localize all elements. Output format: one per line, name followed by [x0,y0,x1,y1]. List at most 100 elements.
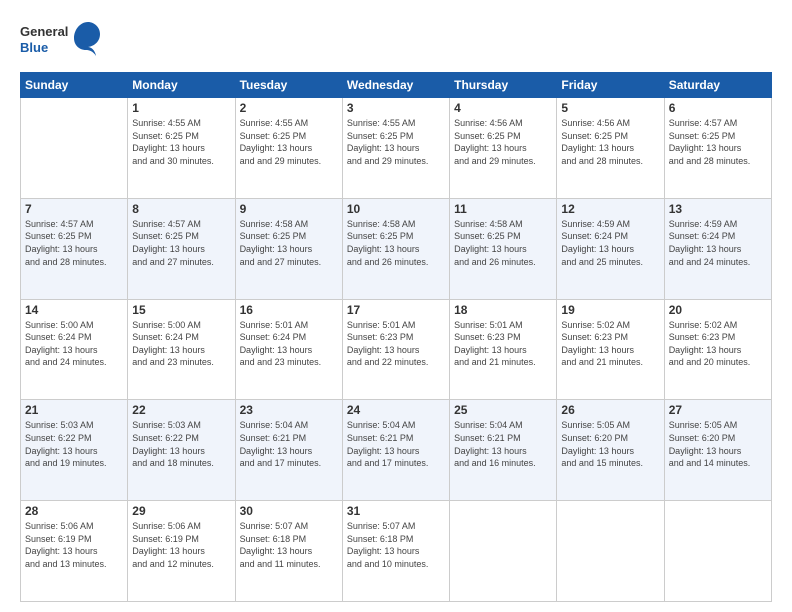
page-header: General Blue [20,20,772,62]
calendar-cell: 4 Sunrise: 4:56 AMSunset: 6:25 PMDaylight… [450,98,557,199]
calendar-cell: 18 Sunrise: 5:01 AMSunset: 6:23 PMDayligh… [450,299,557,400]
calendar-cell: 20 Sunrise: 5:02 AMSunset: 6:23 PMDayligh… [664,299,771,400]
weekday-header-sunday: Sunday [21,73,128,98]
calendar-cell: 22 Sunrise: 5:03 AMSunset: 6:22 PMDayligh… [128,400,235,501]
day-number: 4 [454,101,552,115]
calendar-cell: 19Sunrise: 5:02 AMSunset: 6:23 PMDayligh… [557,299,664,400]
calendar-cell: 25 Sunrise: 5:04 AMSunset: 6:21 PMDayligh… [450,400,557,501]
calendar-cell: 11 Sunrise: 4:58 AMSunset: 6:25 PMDayligh… [450,198,557,299]
day-number: 22 [132,403,230,417]
day-number: 25 [454,403,552,417]
calendar-cell: 29 Sunrise: 5:06 AMSunset: 6:19 PMDayligh… [128,501,235,602]
day-number: 12 [561,202,659,216]
day-info: Sunrise: 5:01 AMSunset: 6:23 PMDaylight:… [347,319,445,369]
calendar-cell: 23Sunrise: 5:04 AMSunset: 6:21 PMDayligh… [235,400,342,501]
calendar-cell: 7Sunrise: 4:57 AMSunset: 6:25 PMDaylight… [21,198,128,299]
day-number: 5 [561,101,659,115]
day-info: Sunrise: 5:04 AMSunset: 6:21 PMDaylight:… [347,419,445,469]
day-number: 3 [347,101,445,115]
day-info: Sunrise: 4:59 AMSunset: 6:24 PMDaylight:… [669,218,767,268]
weekday-header-wednesday: Wednesday [342,73,449,98]
calendar-cell: 12 Sunrise: 4:59 AMSunset: 6:24 PMDayligh… [557,198,664,299]
calendar-cell: 30 Sunrise: 5:07 AMSunset: 6:18 PMDayligh… [235,501,342,602]
day-info: Sunrise: 4:57 AMSunset: 6:25 PMDaylight:… [132,218,230,268]
day-number: 10 [347,202,445,216]
weekday-header-monday: Monday [128,73,235,98]
day-info: Sunrise: 4:56 AMSunset: 6:25 PMDaylight:… [454,117,552,167]
week-row-2: 7Sunrise: 4:57 AMSunset: 6:25 PMDaylight… [21,198,772,299]
day-info: Sunrise: 5:01 AMSunset: 6:24 PMDaylight:… [240,319,338,369]
day-info: Sunrise: 4:56 AMSunset: 6:25 PMDaylight:… [561,117,659,167]
weekday-header-row: SundayMondayTuesdayWednesdayThursdayFrid… [21,73,772,98]
day-number: 29 [132,504,230,518]
weekday-header-friday: Friday [557,73,664,98]
calendar-cell: 28Sunrise: 5:06 AMSunset: 6:19 PMDayligh… [21,501,128,602]
day-number: 9 [240,202,338,216]
day-number: 13 [669,202,767,216]
calendar-cell: 16 Sunrise: 5:01 AMSunset: 6:24 PMDayligh… [235,299,342,400]
day-number: 2 [240,101,338,115]
day-number: 23 [240,403,338,417]
day-number: 16 [240,303,338,317]
calendar-cell: 15 Sunrise: 5:00 AMSunset: 6:24 PMDayligh… [128,299,235,400]
weekday-header-tuesday: Tuesday [235,73,342,98]
calendar-table: SundayMondayTuesdayWednesdayThursdayFrid… [20,72,772,602]
logo: General Blue [20,20,100,62]
day-number: 18 [454,303,552,317]
day-number: 30 [240,504,338,518]
day-info: Sunrise: 4:57 AMSunset: 6:25 PMDaylight:… [669,117,767,167]
day-number: 28 [25,504,123,518]
day-info: Sunrise: 5:03 AMSunset: 6:22 PMDaylight:… [132,419,230,469]
calendar-cell: 3 Sunrise: 4:55 AMSunset: 6:25 PMDaylight… [342,98,449,199]
day-info: Sunrise: 4:55 AMSunset: 6:25 PMDaylight:… [132,117,230,167]
day-info: Sunrise: 5:04 AMSunset: 6:21 PMDaylight:… [454,419,552,469]
day-info: Sunrise: 4:55 AMSunset: 6:25 PMDaylight:… [347,117,445,167]
day-info: Sunrise: 4:55 AMSunset: 6:25 PMDaylight:… [240,117,338,167]
day-info: Sunrise: 5:06 AMSunset: 6:19 PMDaylight:… [132,520,230,570]
day-number: 11 [454,202,552,216]
week-row-5: 28 Sunrise: 5:06 AMSunset: 6:19 PMDayligh… [21,501,772,602]
calendar-cell: 2 Sunrise: 4:55 AMSunset: 6:25 PMDaylight… [235,98,342,199]
day-info: Sunrise: 4:58 AMSunset: 6:25 PMDaylight:… [454,218,552,268]
calendar-cell: 10 Sunrise: 4:58 AMSunset: 6:25 PMDayligh… [342,198,449,299]
day-info: Sunrise: 5:02 AMSunset: 6:23 PMDaylight:… [669,319,767,369]
day-info: Sunrise: 5:07 AMSunset: 6:18 PMDaylight:… [240,520,338,570]
calendar-cell [557,501,664,602]
day-info: Sunrise: 4:59 AMSunset: 6:24 PMDaylight:… [561,218,659,268]
day-info: Sunrise: 4:58 AMSunset: 6:25 PMDaylight:… [240,218,338,268]
calendar-cell: 14Sunrise: 5:00 AMSunset: 6:24 PMDayligh… [21,299,128,400]
svg-text:Blue: Blue [20,40,48,55]
day-info: Sunrise: 5:01 AMSunset: 6:23 PMDaylight:… [454,319,552,369]
day-number: 17 [347,303,445,317]
day-info: Sunrise: 4:57 AMSunset: 6:25 PMDaylight:… [25,218,123,268]
week-row-1: 1 Sunrise: 4:55 AMSunset: 6:25 PMDaylight… [21,98,772,199]
calendar-cell: 6 Sunrise: 4:57 AMSunset: 6:25 PMDaylight… [664,98,771,199]
calendar-cell: 8 Sunrise: 4:57 AMSunset: 6:25 PMDaylight… [128,198,235,299]
day-number: 19 [561,303,659,317]
day-number: 20 [669,303,767,317]
day-info: Sunrise: 5:00 AMSunset: 6:24 PMDaylight:… [132,319,230,369]
day-number: 15 [132,303,230,317]
day-number: 26 [561,403,659,417]
day-info: Sunrise: 5:03 AMSunset: 6:22 PMDaylight:… [25,419,123,469]
day-info: Sunrise: 5:05 AMSunset: 6:20 PMDaylight:… [669,419,767,469]
calendar-page: General Blue SundayMondayTuesdayWednesda… [0,0,792,612]
calendar-cell: 26 Sunrise: 5:05 AMSunset: 6:20 PMDayligh… [557,400,664,501]
calendar-cell: 5 Sunrise: 4:56 AMSunset: 6:25 PMDaylight… [557,98,664,199]
day-info: Sunrise: 5:07 AMSunset: 6:18 PMDaylight:… [347,520,445,570]
weekday-header-thursday: Thursday [450,73,557,98]
calendar-cell: 24 Sunrise: 5:04 AMSunset: 6:21 PMDayligh… [342,400,449,501]
day-number: 24 [347,403,445,417]
day-info: Sunrise: 4:58 AMSunset: 6:25 PMDaylight:… [347,218,445,268]
calendar-cell: 9 Sunrise: 4:58 AMSunset: 6:25 PMDaylight… [235,198,342,299]
day-info: Sunrise: 5:05 AMSunset: 6:20 PMDaylight:… [561,419,659,469]
calendar-cell: 31Sunrise: 5:07 AMSunset: 6:18 PMDayligh… [342,501,449,602]
week-row-4: 21Sunrise: 5:03 AMSunset: 6:22 PMDayligh… [21,400,772,501]
day-number: 8 [132,202,230,216]
day-number: 6 [669,101,767,115]
week-row-3: 14Sunrise: 5:00 AMSunset: 6:24 PMDayligh… [21,299,772,400]
calendar-cell: 17 Sunrise: 5:01 AMSunset: 6:23 PMDayligh… [342,299,449,400]
calendar-cell: 1 Sunrise: 4:55 AMSunset: 6:25 PMDaylight… [128,98,235,199]
day-number: 1 [132,101,230,115]
day-info: Sunrise: 5:00 AMSunset: 6:24 PMDaylight:… [25,319,123,369]
